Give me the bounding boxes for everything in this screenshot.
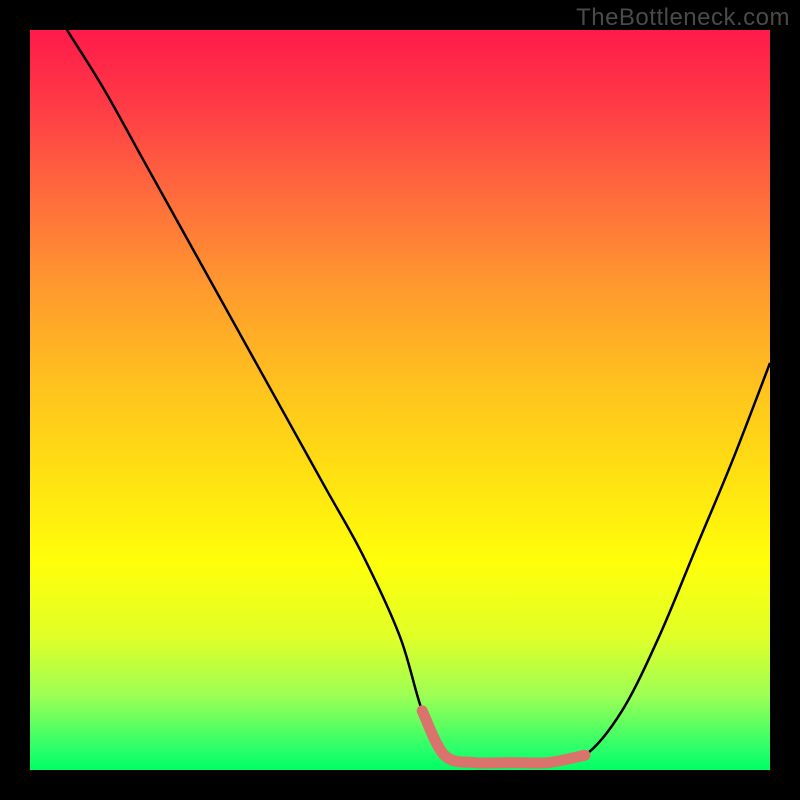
- curve-layer: [30, 30, 770, 770]
- watermark-text: TheBottleneck.com: [576, 4, 790, 32]
- chart-frame: TheBottleneck.com: [0, 0, 800, 800]
- plot-area: [30, 30, 770, 770]
- highlight-segment: [422, 711, 585, 763]
- bottleneck-curve: [67, 30, 770, 763]
